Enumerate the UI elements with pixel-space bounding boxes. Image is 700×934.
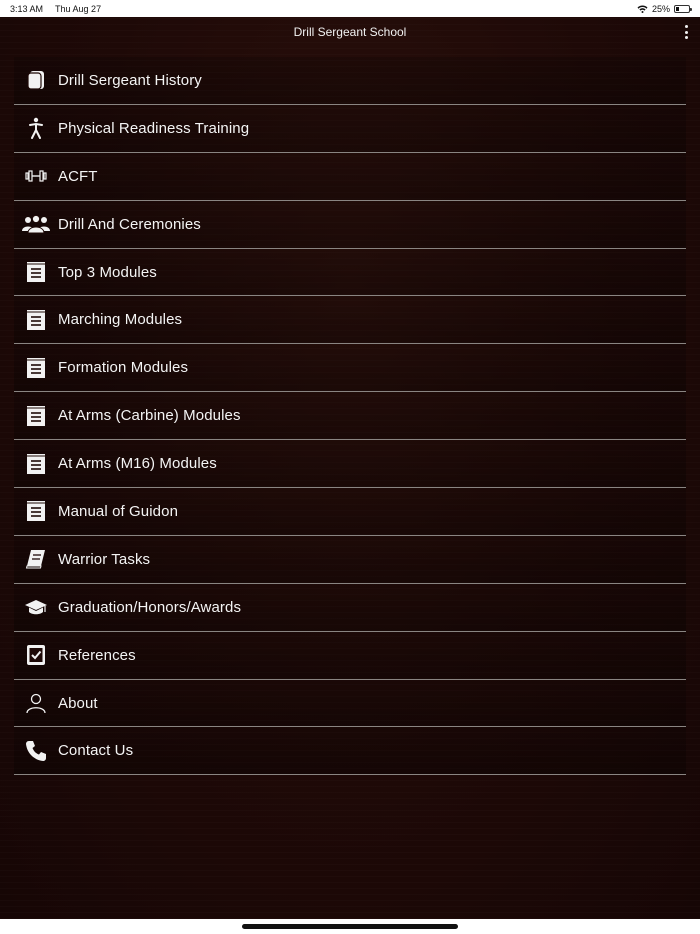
menu-item-label: ACFT [58,167,98,185]
phone-icon [14,727,58,774]
menu-item-acft[interactable]: ACFT [14,152,686,201]
status-bar: 3:13 AM Thu Aug 27 25% [0,0,700,17]
menu-item-label: At Arms (M16) Modules [58,455,217,473]
app-screen: Drill Sergeant School Drill Sergeant His… [0,17,700,919]
dumbbell-icon [14,153,58,200]
menu-item-label: Marching Modules [58,311,183,329]
menu-item-warrior-tasks[interactable]: Warrior Tasks [14,535,686,584]
menu-item-label: Top 3 Modules [58,263,157,281]
menu-item-drill-and-ceremonies[interactable]: Drill And Ceremonies [14,200,686,249]
manual-book-icon [14,536,58,583]
menu-item-label: Graduation/Honors/Awards [58,598,242,616]
menu-item-at-arms-m16-modules[interactable]: At Arms (M16) Modules [14,440,686,489]
menu-item-top-3-modules[interactable]: Top 3 Modules [14,248,686,297]
menu-item-manual-of-guidon[interactable]: Manual of Guidon [14,488,686,536]
menu-item-graduation-honors-awards[interactable]: Graduation/Honors/Awards [14,583,686,632]
graduation-cap-icon [14,584,58,631]
notepad-icon [14,344,58,391]
home-indicator[interactable] [242,924,458,929]
battery-icon [674,4,692,13]
menu-item-label: Physical Readiness Training [58,119,250,137]
nav-bar: Drill Sergeant School [0,17,700,47]
menu-item-label: Contact Us [58,742,134,760]
menu-item-physical-readiness-training[interactable]: Physical Readiness Training [14,104,686,153]
notepad-icon [14,488,58,535]
menu-item-label: Formation Modules [58,359,189,377]
menu-item-formation-modules[interactable]: Formation Modules [14,344,686,393]
user-outline-icon [14,680,58,727]
more-options-icon[interactable] [682,24,690,40]
group-icon [14,201,58,248]
menu-item-about[interactable]: About [14,679,686,728]
menu-item-references[interactable]: References [14,631,686,680]
notepad-icon [14,392,58,439]
status-time: 3:13 AM [10,3,44,14]
notepad-icon [14,249,58,296]
status-date: Thu Aug 27 [55,3,102,14]
battery-percent: 25% [651,3,670,14]
menu-item-label: Warrior Tasks [58,550,151,568]
person-walking-icon [14,105,58,152]
menu-item-label: References [58,646,136,664]
menu-item-contact-us[interactable]: Contact Us [14,727,686,776]
menu-item-label: At Arms (Carbine) Modules [58,407,241,425]
page-title: Drill Sergeant School [293,25,407,39]
menu-item-label: Manual of Guidon [58,502,179,520]
main-menu: Drill Sergeant History Physical Readines… [14,57,686,776]
menu-item-label: About [58,694,98,712]
checklist-icon [14,632,58,679]
menu-item-label: Drill And Ceremonies [58,215,201,233]
menu-item-label: Drill Sergeant History [58,71,202,89]
wifi-icon [637,4,648,13]
menu-item-marching-modules[interactable]: Marching Modules [14,296,686,345]
status-right: 25% [637,3,692,14]
menu-item-at-arms-carbine-modules[interactable]: At Arms (Carbine) Modules [14,392,686,441]
menu-item-drill-sergeant-history[interactable]: Drill Sergeant History [14,57,686,105]
book-icon [14,57,58,104]
notepad-icon [14,440,58,487]
notepad-icon [14,296,58,343]
